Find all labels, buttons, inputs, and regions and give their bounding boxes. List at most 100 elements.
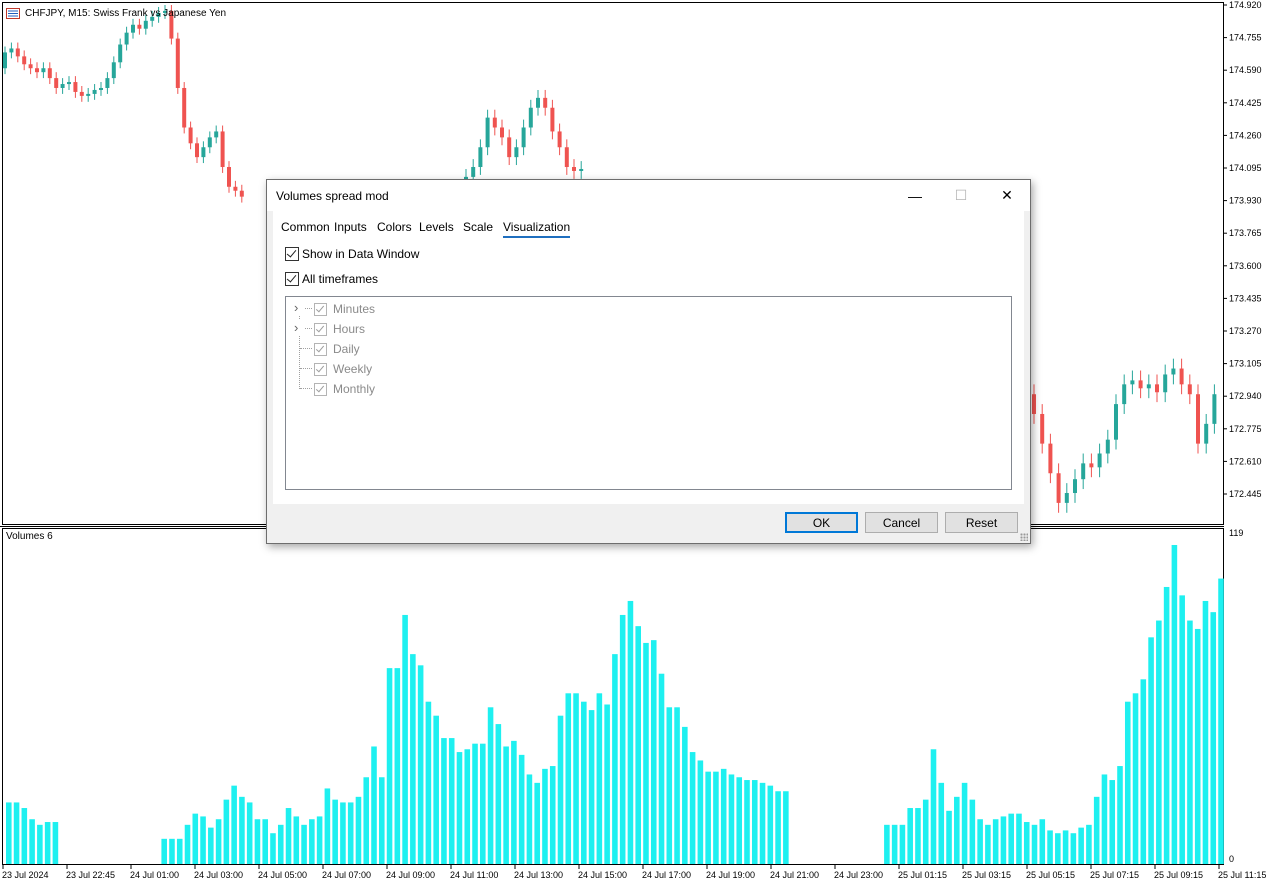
time-axis-label: 25 Jul 11:15: [1218, 870, 1266, 880]
tree-item-weekly[interactable]: Weekly: [286, 361, 486, 377]
hours-checkbox[interactable]: [314, 322, 327, 336]
volume-bar: [1023, 822, 1030, 864]
tab-inputs[interactable]: Inputs: [334, 220, 367, 234]
ok-button[interactable]: OK: [785, 512, 858, 533]
all-timeframes-row[interactable]: All timeframes: [285, 272, 378, 286]
volume-bar: [650, 640, 657, 864]
tab-visualization[interactable]: Visualization: [503, 220, 571, 238]
candle-body: [79, 91, 84, 96]
candle-body: [22, 56, 27, 65]
volume-bar: [464, 749, 471, 864]
volume-bar: [783, 791, 789, 864]
volume-bar: [549, 766, 556, 864]
show-in-data-window-row[interactable]: Show in Data Window: [285, 247, 419, 261]
volume-bar: [899, 824, 906, 864]
volume-bar: [495, 724, 502, 864]
price-axis-label: 172.775: [1229, 424, 1262, 434]
time-axis-label: 24 Jul 17:00: [642, 870, 691, 880]
volume-bar: [728, 774, 735, 864]
price-axis-label: 174.260: [1229, 130, 1262, 140]
price-axis-label: 172.445: [1229, 489, 1262, 499]
volume-bar: [1179, 595, 1185, 864]
candle-body: [1064, 493, 1069, 503]
all-timeframes-checkbox[interactable]: [285, 272, 299, 286]
time-axis-label: 25 Jul 03:15: [962, 870, 1011, 880]
dialog-titlebar[interactable]: Volumes spread mod — ☐ ✕: [267, 180, 1030, 211]
candle-body: [485, 117, 490, 148]
show-in-data-window-checkbox[interactable]: [285, 247, 299, 261]
volume-bar: [410, 654, 416, 864]
time-axis-label: 24 Jul 01:00: [130, 870, 179, 880]
tree-item-daily[interactable]: Daily: [286, 341, 486, 357]
cancel-button[interactable]: Cancel: [865, 512, 938, 533]
candle-body: [131, 24, 135, 33]
volume-bar: [270, 833, 276, 864]
candle-body: [86, 93, 91, 96]
candle-body: [47, 68, 52, 79]
volume-bar: [487, 707, 494, 864]
candle-body: [521, 127, 526, 148]
time-axis-label: 24 Jul 03:00: [194, 870, 243, 880]
time-axis-label: 25 Jul 01:15: [898, 870, 947, 880]
volume-bar: [301, 824, 307, 864]
tab-colors[interactable]: Colors: [377, 220, 412, 234]
volume-bar: [1171, 544, 1178, 864]
volume-indicator-title: Volumes 6: [6, 531, 53, 542]
resize-grip-icon[interactable]: [1020, 533, 1028, 541]
volume-bar: [557, 715, 564, 864]
reset-button[interactable]: Reset: [945, 512, 1018, 533]
symbol-title: CHFJPY, M15: Swiss Frank vs Japanese Yen: [6, 8, 226, 19]
volume-bar: [176, 838, 183, 864]
volume-bar: [340, 802, 346, 864]
monthly-checkbox[interactable]: [314, 382, 327, 396]
volume-bar: [503, 746, 509, 864]
time-axis-label: 24 Jul 19:00: [706, 870, 755, 880]
chevron-right-icon[interactable]: ›: [294, 320, 304, 335]
volume-bar: [961, 782, 968, 864]
chevron-right-icon[interactable]: ›: [294, 300, 304, 315]
volume-bar: [293, 816, 300, 864]
tab-scale[interactable]: Scale: [463, 220, 493, 234]
volume-bar: [635, 626, 641, 864]
volume-bar: [223, 799, 230, 864]
volume-bar: [565, 693, 572, 864]
candle-body: [239, 190, 244, 197]
candle-body: [60, 84, 65, 88]
volume-bar: [1008, 813, 1014, 864]
tree-item-hours[interactable]: › Hours: [286, 320, 486, 337]
tree-label: Daily: [333, 342, 360, 356]
tab-common[interactable]: Common: [281, 220, 330, 234]
volume-bar: [689, 752, 696, 864]
time-axis-label: 24 Jul 11:00: [450, 870, 498, 880]
visualization-panel: Show in Data Window All timeframes › Min…: [273, 239, 1024, 504]
price-axis-label: 174.920: [1229, 0, 1262, 10]
volume-bar: [1109, 780, 1116, 864]
candle-body: [1114, 404, 1118, 440]
daily-checkbox[interactable]: [314, 342, 327, 356]
volume-bar: [1117, 766, 1123, 864]
volume-bar: [930, 749, 937, 864]
time-axis-label: 25 Jul 09:15: [1154, 870, 1203, 880]
candle-body: [175, 38, 180, 88]
minutes-checkbox[interactable]: [314, 302, 327, 316]
price-axis-label: 174.755: [1229, 33, 1262, 43]
tree-item-monthly[interactable]: Monthly: [286, 381, 486, 397]
volume-bar: [200, 816, 206, 864]
symbol-title-text: CHFJPY, M15: Swiss Frank vs Japanese Yen: [25, 8, 227, 19]
weekly-checkbox[interactable]: [314, 362, 327, 376]
tree-item-minutes[interactable]: › Minutes: [286, 300, 486, 317]
close-button[interactable]: ✕: [984, 180, 1030, 211]
candle-body: [1179, 368, 1184, 385]
minimize-button[interactable]: —: [892, 180, 938, 211]
candle-body: [1097, 453, 1102, 468]
tab-levels[interactable]: Levels: [419, 220, 454, 234]
volume-bar: [705, 771, 711, 864]
volume-bar: [674, 707, 680, 864]
candle-body: [1040, 413, 1045, 444]
candle-body: [557, 131, 562, 148]
volume-bar: [456, 752, 463, 864]
volume-bar: [355, 796, 362, 864]
volume-bar: [736, 777, 743, 864]
candle-body: [67, 82, 71, 85]
price-axis-label: 174.095: [1229, 163, 1262, 173]
